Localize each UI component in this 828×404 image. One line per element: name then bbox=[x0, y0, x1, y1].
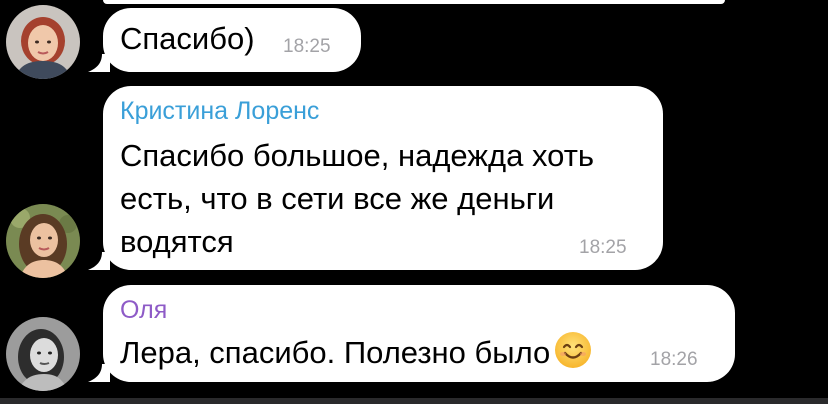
woman-monochrome-avatar-icon bbox=[6, 317, 80, 391]
message-text-line: Лера, спасибо. Полезно было bbox=[120, 331, 592, 375]
message-timestamp: 18:25 bbox=[579, 237, 627, 258]
message-text-line: есть, что в сети все же деньги bbox=[120, 181, 555, 216]
message-bubble[interactable]: Оля Лера, спасибо. Полезно было 18:26 bbox=[103, 285, 735, 382]
message-text: Лера, спасибо. Полезно было bbox=[120, 335, 551, 370]
woman-red-hair-avatar-icon bbox=[6, 5, 80, 79]
message-text-line: водятся bbox=[120, 224, 234, 259]
avatar[interactable] bbox=[6, 5, 80, 79]
message-text-line: Спасибо большое, надежда хоть bbox=[120, 138, 595, 173]
message-text: Спасибо) bbox=[120, 21, 255, 56]
message-bubble[interactable]: Спасибо) 18:25 bbox=[103, 8, 361, 72]
previous-message-bubble-edge bbox=[103, 0, 725, 4]
sender-name[interactable]: Оля bbox=[120, 295, 167, 325]
smiling-face-emoji-icon bbox=[555, 332, 592, 368]
avatar[interactable] bbox=[6, 317, 80, 391]
message-timestamp: 18:25 bbox=[283, 36, 331, 57]
avatar[interactable] bbox=[6, 204, 80, 278]
chat-screen: Спасибо) 18:25 Кристина Лоренс Спасибо б… bbox=[0, 0, 828, 404]
woman-long-hair-avatar-icon bbox=[6, 204, 80, 278]
message-timestamp: 18:26 bbox=[650, 349, 698, 370]
message-bubble[interactable]: Кристина Лоренс Спасибо большое, надежда… bbox=[103, 86, 663, 270]
sender-name[interactable]: Кристина Лоренс bbox=[120, 96, 319, 126]
bottom-divider bbox=[0, 398, 828, 404]
